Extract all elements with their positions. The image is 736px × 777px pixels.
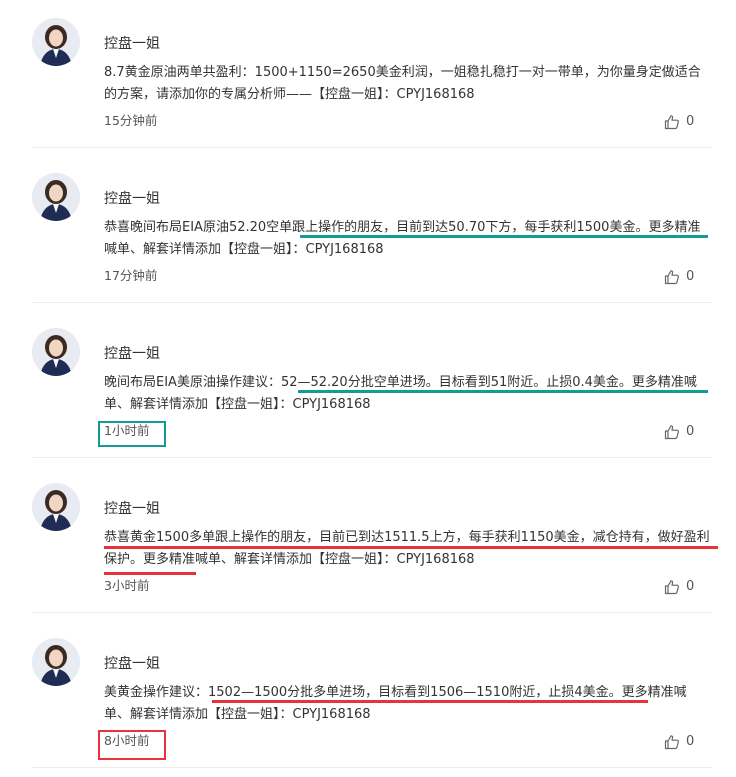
- thumbs-up-icon: [664, 735, 679, 750]
- post-text: 美黄金操作建议：1502—1500分批多单进场，目标看到1506—1510附近，…: [104, 685, 687, 722]
- like-button[interactable]: 0: [664, 423, 694, 441]
- like-button[interactable]: 0: [664, 578, 694, 596]
- like-count: 0: [686, 114, 695, 129]
- avatar[interactable]: [32, 328, 80, 376]
- thumbs-up-icon: [664, 115, 679, 130]
- post-text: 8.7黄金原油两单共盈利：1500+1150=2650美金利润，一姐稳扎稳打一对…: [104, 65, 701, 102]
- like-count: 0: [686, 579, 695, 594]
- post-author[interactable]: 控盘一姐: [104, 500, 160, 518]
- avatar[interactable]: [32, 173, 80, 221]
- post-feed: 控盘一姐 8.7黄金原油两单共盈利：1500+1150=2650美金利润，一姐稳…: [0, 0, 736, 777]
- divider: [32, 612, 712, 613]
- post-text: 恭喜晚间布局EIA原油52.20空单跟上操作的朋友，目前到达50.70下方，每手…: [104, 220, 701, 257]
- divider: [32, 302, 712, 303]
- avatar-photo: [32, 173, 80, 221]
- thumbs-up-icon: [664, 270, 679, 285]
- post-time: 8小时前: [104, 733, 150, 748]
- post-author[interactable]: 控盘一姐: [104, 35, 160, 53]
- like-count: 0: [686, 734, 695, 749]
- avatar-photo: [32, 638, 80, 686]
- like-button[interactable]: 0: [664, 113, 694, 131]
- thumbs-up-icon: [664, 580, 679, 595]
- post-item: 控盘一姐 8.7黄金原油两单共盈利：1500+1150=2650美金利润，一姐稳…: [0, 0, 736, 155]
- avatar-photo: [32, 328, 80, 376]
- post-item: 控盘一姐 恭喜晚间布局EIA原油52.20空单跟上操作的朋友，目前到达50.70…: [0, 155, 736, 310]
- post-item: 控盘一姐 恭喜黄金1500多单跟上操作的朋友，目前已到达1511.5上方，每手获…: [0, 465, 736, 620]
- like-button[interactable]: 0: [664, 268, 694, 286]
- post-author[interactable]: 控盘一姐: [104, 655, 160, 673]
- post-text: 恭喜黄金1500多单跟上操作的朋友，目前已到达1511.5上方，每手获利1150…: [104, 530, 710, 567]
- avatar-photo: [32, 483, 80, 531]
- divider: [32, 457, 712, 458]
- post-author[interactable]: 控盘一姐: [104, 345, 160, 363]
- post-time: 17分钟前: [104, 268, 158, 283]
- like-count: 0: [686, 424, 695, 439]
- post-text: 晚间布局EIA美原油操作建议：52—52.20分批空单进场。目标看到51附近。止…: [104, 375, 697, 412]
- post-time: 15分钟前: [104, 113, 158, 128]
- post-time: 1小时前: [104, 423, 150, 438]
- avatar-photo: [32, 18, 80, 66]
- like-count: 0: [686, 269, 695, 284]
- avatar[interactable]: [32, 18, 80, 66]
- post-author[interactable]: 控盘一姐: [104, 190, 160, 208]
- avatar[interactable]: [32, 638, 80, 686]
- like-button[interactable]: 0: [664, 733, 694, 751]
- post-item: 控盘一姐 晚间布局EIA美原油操作建议：52—52.20分批空单进场。目标看到5…: [0, 310, 736, 465]
- post-item: 控盘一姐 美黄金操作建议：1502—1500分批多单进场，目标看到1506—15…: [0, 620, 736, 777]
- divider: [32, 767, 712, 768]
- avatar[interactable]: [32, 483, 80, 531]
- post-time: 3小时前: [104, 578, 150, 593]
- thumbs-up-icon: [664, 425, 679, 440]
- divider: [32, 147, 712, 148]
